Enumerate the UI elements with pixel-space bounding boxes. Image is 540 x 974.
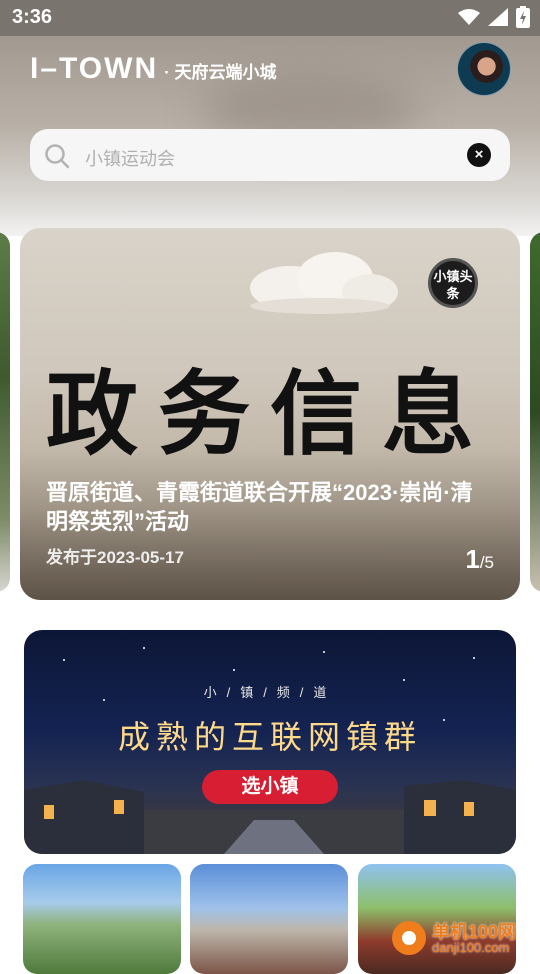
town-channel-banner[interactable]: 小/镇/频/道 成熟的互联网镇群 选小镇 <box>24 630 516 854</box>
clear-icon[interactable]: × <box>467 143 491 167</box>
watermark-logo-icon <box>392 921 426 955</box>
search-icon <box>45 144 70 169</box>
town-thumbnail-2[interactable] <box>190 864 348 974</box>
carousel-pager: 1/5 <box>465 544 494 575</box>
avatar[interactable] <box>457 42 511 96</box>
wifi-icon <box>458 9 480 25</box>
status-icons <box>458 6 530 28</box>
cloud-decoration <box>250 252 398 314</box>
search-input[interactable]: 小镇运动会 <box>85 145 175 171</box>
watermark-line2: danji100.com <box>432 940 510 955</box>
app-logo: I–TOWN · 天府云端小城 <box>30 52 277 86</box>
pager-total: /5 <box>479 553 494 572</box>
pager-current: 1 <box>465 544 480 574</box>
status-time: 3:36 <box>12 6 53 28</box>
carousel-next-card[interactable] <box>530 232 540 592</box>
carousel-prev-card[interactable] <box>0 232 10 592</box>
town-thumbnail-1[interactable] <box>23 864 181 974</box>
signal-icon <box>488 8 508 26</box>
battery-charging-icon <box>516 6 530 28</box>
choose-town-button[interactable]: 选小镇 <box>202 770 338 804</box>
headline-badge: 小镇头条 <box>428 258 478 308</box>
news-date: 发布于2023-05-17 <box>46 548 184 567</box>
channel-subtitle: 小/镇/频/道 <box>203 685 337 700</box>
channel-title: 成熟的互联网镇群 <box>117 718 422 756</box>
logo-subtitle: · 天府云端小城 <box>164 63 277 82</box>
watermark: 单机100网 danji100.com <box>392 918 540 960</box>
news-carousel-card[interactable]: 小镇头条 政务信息 晋原街道、青霞街道联合开展“2023·崇尚·清明祭英烈”活动… <box>20 228 520 600</box>
logo-main: I–TOWN <box>30 52 159 85</box>
search-bar[interactable]: 小镇运动会 × <box>30 129 510 181</box>
status-bar: 3:36 <box>0 0 540 36</box>
news-headline[interactable]: 晋原街道、青霞街道联合开展“2023·崇尚·清明祭英烈”活动 <box>46 478 486 536</box>
